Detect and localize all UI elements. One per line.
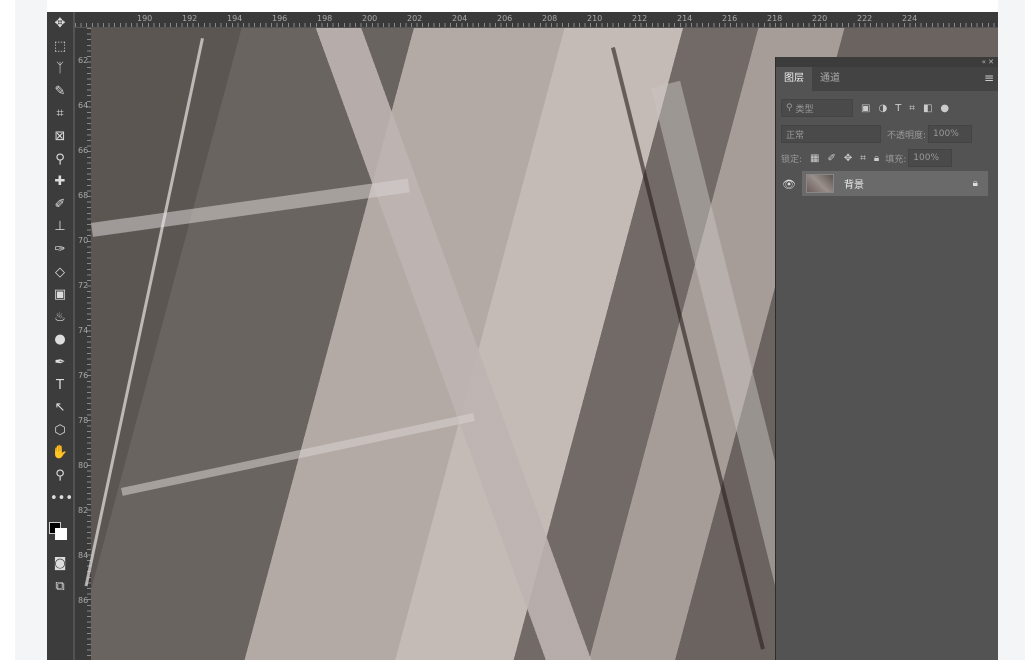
layer-thumbnail: [806, 174, 834, 193]
opacity-label: 不透明度:: [887, 130, 927, 141]
hand-tool-icon[interactable]: ✋: [50, 444, 70, 462]
eraser-tool-icon[interactable]: ◇: [50, 264, 70, 282]
photoshop-window: ✥ ⬚ ᛉ ✎ ⌗ ⊠ ⚲ ✚ ✐ ⊥ ✑ ◇ ▣ ♨ ● ✒ T ↖ ⬡ ✋ ⚲ ••• ◙ ⧉ 190 192 194 19…: [47, 12, 998, 660]
lock-pixels-icon[interactable]: ✐: [828, 153, 836, 164]
zoom-tool-icon[interactable]: ⚲: [50, 467, 70, 485]
page-margin-right: [998, 0, 1025, 660]
filter-label: 类型: [795, 104, 814, 115]
eyedropper-tool-icon[interactable]: ⚲: [50, 151, 70, 169]
opacity-input[interactable]: 100%: [928, 125, 973, 143]
lock-position-icon[interactable]: ✥: [844, 153, 852, 164]
ruler-label: 78: [78, 416, 89, 425]
panel-collapse-close[interactable]: « ✕: [776, 57, 998, 67]
ruler-label: 190: [137, 14, 153, 23]
ruler-label: 74: [78, 326, 89, 335]
shape-tool-icon[interactable]: ⬡: [50, 422, 70, 440]
pen-tool-icon[interactable]: ✒: [50, 354, 70, 372]
ruler-label: 80: [78, 461, 89, 470]
page-margin-left: [15, 0, 47, 660]
adjustment-filter-icon[interactable]: ◑: [878, 103, 887, 114]
healing-tool-icon[interactable]: ✚: [50, 173, 70, 191]
screen-mode-icon[interactable]: ⧉: [50, 578, 70, 596]
ruler-label: 210: [587, 14, 603, 23]
ruler-label: 70: [78, 236, 89, 245]
ruler-label: 204: [452, 14, 468, 23]
marquee-tool-icon[interactable]: ⬚: [50, 38, 70, 56]
lock-artboard-icon[interactable]: ⌗: [860, 153, 866, 164]
layer-filter-select[interactable]: ⚲ 类型: [781, 99, 853, 117]
tab-channels[interactable]: 通道: [812, 67, 848, 91]
ruler-label: 192: [182, 14, 198, 23]
smart-object-filter-icon[interactable]: ◧: [923, 103, 932, 114]
lock-all-icon[interactable]: 🔒︎: [874, 153, 879, 164]
blend-mode-value: 正常: [786, 130, 805, 141]
layer-name: 背景: [844, 180, 864, 191]
search-icon: ⚲: [786, 103, 796, 113]
ruler-label: 64: [78, 101, 89, 110]
background-color-swatch[interactable]: [55, 528, 67, 540]
ruler-label: 220: [812, 14, 828, 23]
layers-panel: « ✕ 图层 通道 ≡ ⚲ 类型 ▣ ◑ T ⌗ ◧ ● 正常 不透明度: 10…: [775, 57, 998, 660]
move-tool-icon[interactable]: ✥: [50, 15, 70, 33]
ruler-label: 82: [78, 506, 89, 515]
ruler-label: 66: [78, 146, 89, 155]
ruler-label: 68: [78, 191, 89, 200]
ruler-label: 76: [78, 371, 89, 380]
fill-value: 100%: [913, 153, 940, 163]
blend-mode-select[interactable]: 正常: [781, 125, 881, 143]
ruler-label: 84: [78, 551, 89, 560]
lock-label: 锁定:: [781, 154, 803, 165]
pixel-filter-icon[interactable]: ▣: [861, 103, 870, 114]
eye-visibility-icon[interactable]: 👁︎: [782, 178, 796, 191]
magic-wand-tool-icon[interactable]: ✎: [50, 83, 70, 101]
more-tools-icon[interactable]: •••: [50, 490, 73, 508]
type-tool-icon[interactable]: T: [50, 377, 70, 395]
history-brush-tool-icon[interactable]: ✑: [50, 241, 70, 259]
ruler-label: 86: [78, 596, 89, 605]
ruler-horizontal: 190 192 194 196 198 200 202 204 206 208 210 212 214 2…: [75, 12, 998, 28]
crop-tool-icon[interactable]: ⌗: [50, 105, 70, 123]
stamp-tool-icon[interactable]: ⊥: [50, 218, 70, 236]
blur-tool-icon[interactable]: ♨: [50, 309, 70, 327]
ruler-label: 196: [272, 14, 288, 23]
ruler-label: 216: [722, 14, 738, 23]
ruler-label: 212: [632, 14, 648, 23]
ruler-label: 194: [227, 14, 243, 23]
ruler-label: 222: [857, 14, 873, 23]
layer-row[interactable]: 背景 🔒︎: [802, 171, 988, 196]
gradient-tool-icon[interactable]: ▣: [50, 286, 70, 304]
type-filter-icon[interactable]: T: [895, 103, 901, 114]
opacity-value: 100%: [933, 129, 959, 139]
ruler-label: 62: [78, 56, 89, 65]
ruler-label: 72: [78, 281, 89, 290]
ruler-label: 200: [362, 14, 378, 23]
shape-filter-icon[interactable]: ⌗: [909, 103, 915, 114]
ruler-label: 198: [317, 14, 333, 23]
dodge-tool-icon[interactable]: ●: [50, 331, 70, 349]
brush-tool-icon[interactable]: ✐: [50, 196, 70, 214]
fill-label: 填充:: [885, 154, 907, 165]
path-select-tool-icon[interactable]: ↖: [50, 399, 70, 417]
ruler-label: 202: [407, 14, 423, 23]
ruler-label: 208: [542, 14, 558, 23]
ruler-label: 218: [767, 14, 783, 23]
tab-layers[interactable]: 图层: [776, 67, 812, 91]
ruler-label: 224: [902, 14, 918, 23]
ruler-label: 206: [497, 14, 513, 23]
frame-tool-icon[interactable]: ⊠: [50, 128, 70, 146]
fill-input[interactable]: 100%: [908, 149, 953, 167]
lasso-tool-icon[interactable]: ᛉ: [50, 60, 70, 78]
panel-menu-icon[interactable]: ≡: [984, 71, 994, 85]
lock-icon: 🔒︎: [972, 178, 978, 189]
ruler-label: 214: [677, 14, 693, 23]
filter-toggle-icon[interactable]: ●: [940, 103, 949, 114]
lock-transparent-icon[interactable]: ▦: [810, 153, 819, 164]
quick-mask-icon[interactable]: ◙: [50, 555, 70, 573]
